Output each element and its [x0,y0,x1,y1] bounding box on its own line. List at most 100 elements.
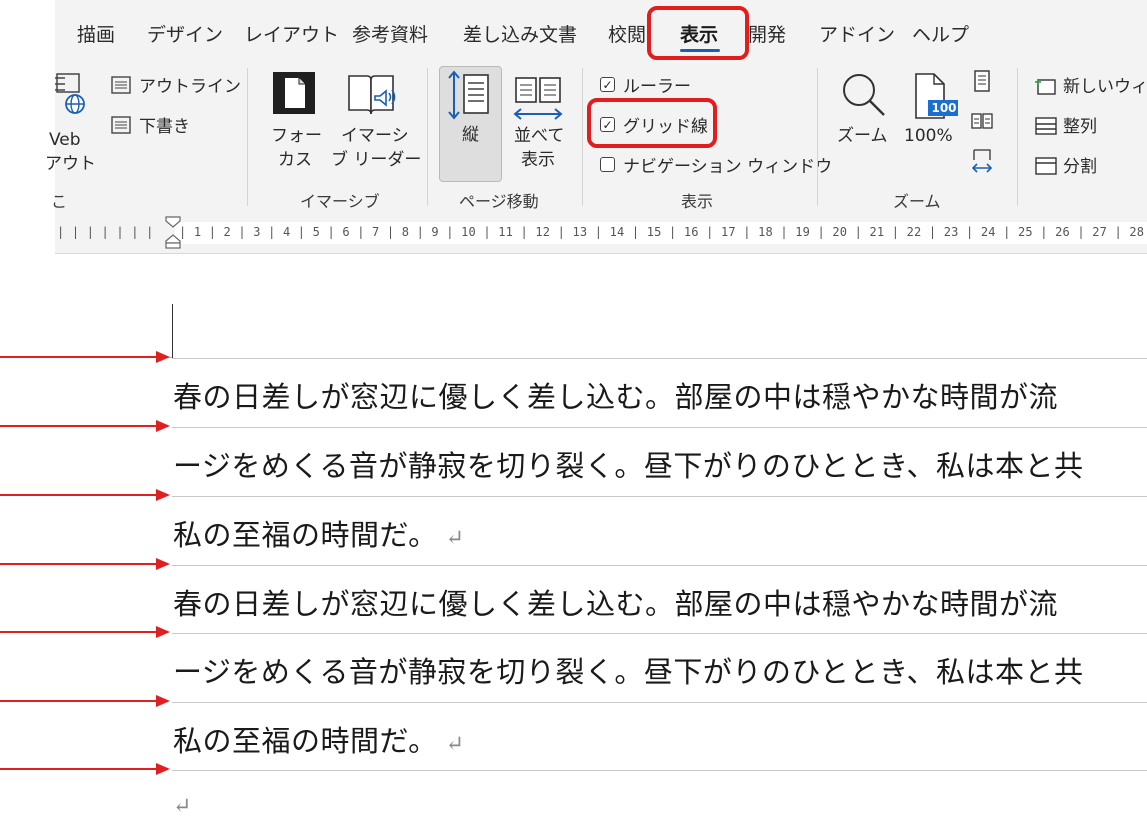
grid-line [172,633,1147,634]
group-separator [247,68,248,206]
side-by-side-label-2: 表示 [521,150,555,170]
web-layout-button[interactable]: Veb アウト [45,70,100,174]
side-by-side-button[interactable]: 並べて 表示 [507,68,569,178]
paragraph-mark: ↵ [445,526,465,551]
page-width-button[interactable] [971,148,995,176]
web-layout-icon [55,73,85,114]
navigation-pane-check-icon [600,157,615,172]
vertical-label: 縦 [462,125,479,145]
draft-button[interactable]: 下書き [111,112,190,137]
focus-button[interactable]: フォー カス [265,68,325,178]
immersive-reader-label-2: ブ リーダー [331,150,422,170]
paragraph-mark: ↵ [173,794,192,819]
new-window-icon [1035,76,1056,95]
navigation-pane-checkbox[interactable]: ナビゲーション ウィンドウ [600,152,832,177]
multiple-pages-icon [971,113,993,129]
immersive-group-label: イマーシブ [300,192,380,211]
one-page-icon [974,70,990,92]
document-text-line[interactable]: 私の至福の時間だ。 ↵ [173,512,465,554]
arrange-all-button[interactable]: 整列 [1035,112,1097,137]
document-line-text: 春の日差しが窓辺に優しく差し込む。部屋の中は穏やかな時間が流 [173,587,1059,621]
indent-marker-icon[interactable] [164,215,182,249]
group-separator [427,68,428,206]
document-text-line[interactable]: ージをめくる音が静寂を切り裂く。昼下がりのひととき、私は本と共 [173,649,1083,691]
tab-draw[interactable]: 描画 [77,20,115,47]
grid-line [172,565,1147,566]
page-width-icon [971,149,993,173]
views-group-label: こ [51,192,68,211]
show-group-label: 表示 [681,192,714,211]
zoom-100-label: 100% [904,126,953,146]
gridlines-checkbox[interactable]: ✓ グリッド線 [600,112,708,137]
web-layout-label-1: Veb [49,130,81,150]
annotation-arrow [0,762,170,776]
draft-label: 下書き [139,117,190,137]
tab-developer[interactable]: 開発 [748,20,786,47]
zoom-button[interactable]: ズーム [835,68,895,178]
focus-label-1: フォー [271,126,322,146]
tab-mailings[interactable]: 差し込み文書 [463,20,577,47]
split-icon [1035,156,1057,175]
annotation-arrow [0,694,170,708]
annotation-arrow [0,419,170,433]
immersive-reader-button[interactable]: イマーシ ブ リーダー [331,68,421,178]
zoom-100-button[interactable]: 100 100% [900,68,966,178]
outline-label: アウトライン [139,77,241,97]
ruler-check-icon: ✓ [600,77,615,92]
ruler-label: ルーラー [623,77,691,97]
grid-line [172,358,1147,359]
grid-line [172,702,1147,703]
ruler-checkbox[interactable]: ✓ ルーラー [600,72,691,97]
focus-icon [273,72,315,114]
annotation-arrow [0,625,170,639]
side-by-side-icon [513,77,563,120]
side-by-side-label-1: 並べて [514,126,565,146]
tab-review[interactable]: 校閲 [608,20,646,47]
document-text-line[interactable]: 春の日差しが窓辺に優しく差し込む。部屋の中は穏やかな時間が流 [173,581,1058,623]
web-layout-label-2: アウト [45,154,96,174]
split-label: 分割 [1063,157,1097,177]
immersive-reader-icon [348,75,396,115]
ribbon-tabs: 描画 デザイン レイアウト 参考資料 差し込み文書 校閲 表示 開発 アドイン … [55,0,1147,64]
tab-view[interactable]: 表示 [680,20,718,47]
magnifier-icon [843,74,885,116]
multiple-pages-button[interactable] [971,112,995,134]
group-separator [817,68,818,206]
ribbon-view: Veb アウト アウトライン 下書き こ フォー カス イマーシ ブ リーダー … [45,64,1147,214]
split-button[interactable]: 分割 [1035,152,1097,177]
active-tab-underline [680,49,720,52]
gridlines-check-icon: ✓ [600,117,615,132]
outline-button[interactable]: アウトライン [111,72,241,97]
navigation-pane-label: ナビゲーション ウィンドウ [623,157,833,177]
tab-references[interactable]: 参考資料 [352,20,428,47]
document-text-line[interactable]: ージをめくる音が静寂を切り裂く。昼下がりのひととき、私は本と共 [173,443,1083,485]
tab-help[interactable]: ヘルプ [912,20,969,47]
document-text-line[interactable]: 私の至福の時間だ。 ↵ [173,718,465,760]
annotation-arrow [0,488,170,502]
gridlines-label: グリッド線 [623,117,708,137]
tab-design[interactable]: デザイン [147,20,223,47]
vertical-scroll-icon [448,70,489,120]
vertical-button[interactable]: 縦 [439,66,502,182]
grid-line [172,427,1147,428]
one-page-button[interactable] [973,70,995,94]
group-separator [582,68,583,206]
paragraph-mark: ↵ [445,732,465,757]
draft-icon [111,115,131,134]
arrange-all-label: 整列 [1063,117,1097,137]
focus-label-2: カス [278,150,312,170]
immersive-reader-label-1: イマーシ [341,126,409,146]
tab-addins[interactable]: アドイン [819,20,895,47]
zoom-group-label: ズーム [893,192,941,211]
outline-icon [111,75,131,94]
new-window-button[interactable]: 新しいウィン [1035,72,1147,97]
zoom-label: ズーム [837,126,888,146]
horizontal-ruler[interactable]: | | | | | | | | 1 | 2 | 3 | 4 | 5 | 6 | … [55,214,1147,254]
tab-layout[interactable]: レイアウト [244,20,339,47]
document-line-text: ージをめくる音が静寂を切り裂く。昼下がりのひととき、私は本と共 [173,449,1084,483]
document-text-line[interactable]: 春の日差しが窓辺に優しく差し込む。部屋の中は穏やかな時間が流 [173,374,1058,416]
document-line-text: 春の日差しが窓辺に優しく差し込む。部屋の中は穏やかな時間が流 [173,380,1059,414]
document-empty-line[interactable]: ↵ [173,786,192,820]
annotation-arrow [0,350,170,364]
zoom-100-badge: 100 [931,101,957,115]
